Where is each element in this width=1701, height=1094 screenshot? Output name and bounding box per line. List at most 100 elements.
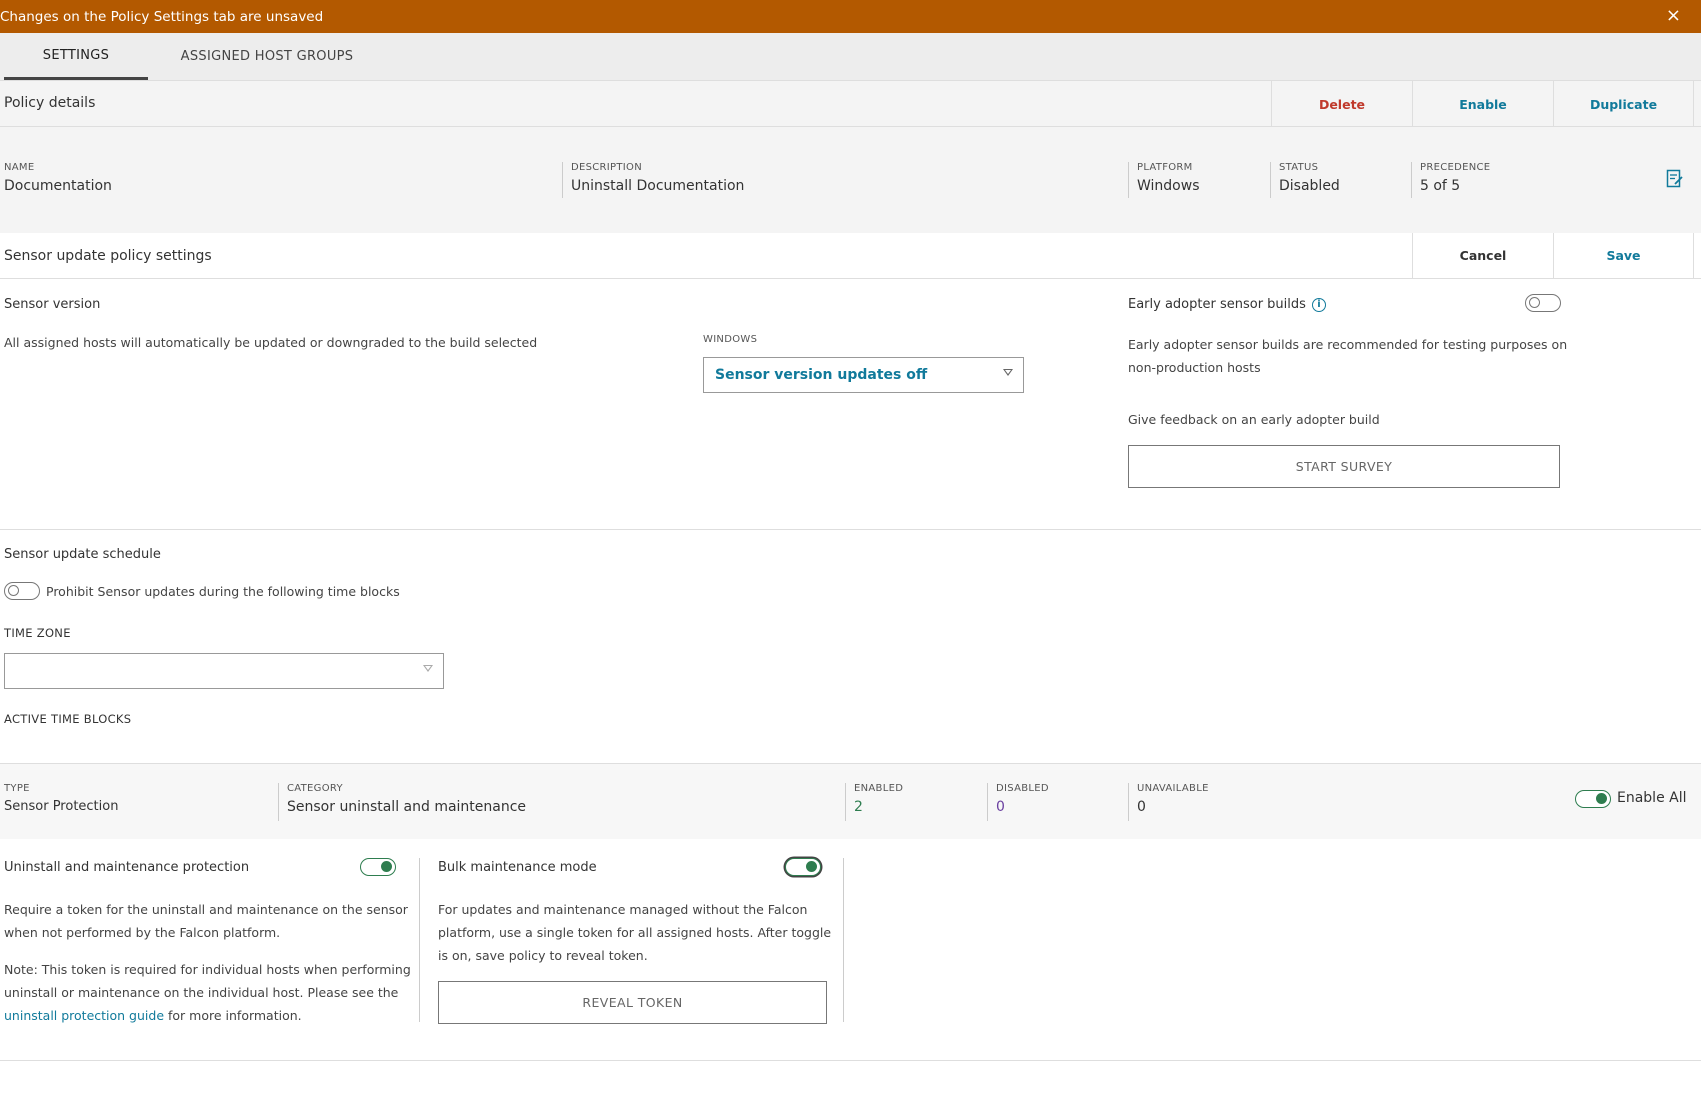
unavailable-field: UNAVAILABLE 0 [1137, 783, 1209, 815]
unavailable-label: UNAVAILABLE [1137, 783, 1209, 794]
duplicate-button[interactable]: Duplicate [1553, 81, 1694, 127]
divider [562, 162, 563, 198]
early-adopter-label: Early adopter sensor builds [1128, 297, 1306, 312]
uninstall-note-2: uninstall or maintenance on the individu… [4, 985, 399, 1000]
divider [278, 783, 279, 821]
toggle-knob [8, 585, 19, 596]
description-value: Uninstall Documentation [571, 178, 745, 194]
early-adopter-description-2: non-production hosts [1128, 360, 1261, 375]
policy-platform-field: PLATFORM Windows [1137, 162, 1200, 194]
schedule-heading: Sensor update schedule [4, 547, 161, 562]
divider [845, 783, 846, 821]
policy-details-title: Policy details [4, 95, 96, 111]
early-adopter-toggle[interactable] [1525, 294, 1561, 312]
divider [1270, 162, 1271, 198]
category-label: CATEGORY [287, 783, 343, 794]
type-field: TYPE Sensor Protection [4, 783, 118, 814]
divider [1128, 162, 1129, 198]
divider [1128, 783, 1129, 821]
tab-settings[interactable]: SETTINGS [4, 33, 148, 80]
timezone-select[interactable] [4, 653, 444, 689]
name-label: NAME [4, 162, 35, 173]
category-field: CATEGORY Sensor uninstall and maintenanc… [287, 783, 526, 815]
sensor-settings-header: Sensor update policy settings Cancel Sav… [0, 233, 1701, 279]
description-label: DESCRIPTION [571, 162, 642, 173]
early-adopter-description-1: Early adopter sensor builds are recommen… [1128, 337, 1568, 352]
toggle-knob [806, 861, 817, 872]
category-summary-bar: TYPE Sensor Protection CATEGORY Sensor u… [0, 763, 1701, 839]
uninstall-description-2: when not performed by the Falcon platfor… [4, 925, 281, 940]
unsaved-changes-banner: Changes on the Policy Settings tab are u… [0, 0, 1701, 33]
policy-status-field: STATUS Disabled [1279, 162, 1340, 194]
uninstall-note-3: uninstall protection guide for more info… [4, 1004, 302, 1027]
delete-button[interactable]: Delete [1271, 81, 1412, 127]
uninstall-protection-guide-link[interactable]: uninstall protection guide [4, 1008, 164, 1023]
close-icon[interactable]: × [1666, 6, 1681, 26]
platform-value: Windows [1137, 178, 1200, 194]
uninstall-note-suffix: for more information. [164, 1008, 302, 1023]
prohibit-updates-label: Prohibit Sensor updates during the follo… [46, 584, 400, 599]
disabled-count: 0 [996, 799, 1005, 815]
save-button[interactable]: Save [1553, 233, 1694, 278]
early-adopter-heading: Early adopter sensor builds i [1128, 297, 1326, 312]
chevron-down-icon [1003, 369, 1013, 376]
bulk-description-1: For updates and maintenance managed with… [438, 902, 808, 917]
enable-button[interactable]: Enable [1412, 81, 1553, 127]
status-value: Disabled [1279, 178, 1340, 194]
uninstall-protection-toggle[interactable] [360, 858, 396, 876]
column-divider [419, 858, 420, 1022]
uninstall-description-1: Require a token for the uninstall and ma… [4, 902, 408, 917]
toggle-knob [1596, 793, 1607, 804]
precedence-value: 5 of 5 [1420, 178, 1461, 194]
sensor-version-selected: Sensor version updates off [715, 367, 928, 383]
toggle-knob [381, 861, 392, 872]
sensor-version-select[interactable]: Sensor version updates off [703, 357, 1024, 393]
bulk-description-3: is on, save policy to reveal token. [438, 948, 648, 963]
tab-bar: SETTINGS ASSIGNED HOST GROUPS [0, 33, 1701, 80]
unavailable-count: 0 [1137, 799, 1146, 815]
type-label: TYPE [4, 783, 30, 794]
column-divider [843, 858, 844, 1022]
reveal-token-button[interactable]: REVEAL TOKEN [438, 981, 827, 1024]
bulk-maintenance-toggle[interactable] [785, 858, 821, 876]
enable-all-toggle[interactable] [1575, 790, 1611, 808]
divider [987, 783, 988, 821]
section-divider [0, 529, 1701, 530]
prohibit-updates-toggle[interactable] [4, 582, 40, 600]
windows-label: WINDOWS [703, 334, 758, 345]
policy-description-field: DESCRIPTION Uninstall Documentation [571, 162, 744, 194]
sensor-version-description: All assigned hosts will automatically be… [4, 335, 538, 350]
sensor-version-heading: Sensor version [4, 297, 101, 312]
policy-details-panel: NAME Documentation DESCRIPTION Uninstall… [0, 127, 1701, 233]
bulk-maintenance-heading: Bulk maintenance mode [438, 860, 597, 875]
enable-all-label: Enable All [1617, 790, 1687, 806]
policy-details-header: Policy details Delete Enable Duplicate [0, 80, 1701, 127]
tab-assigned-host-groups[interactable]: ASSIGNED HOST GROUPS [170, 33, 364, 80]
policy-precedence-field: PRECEDENCE 5 of 5 [1420, 162, 1490, 194]
early-adopter-feedback: Give feedback on an early adopter build [1128, 412, 1380, 427]
uninstall-note-1: Note: This token is required for individ… [4, 962, 411, 977]
start-survey-button[interactable]: START SURVEY [1128, 445, 1560, 488]
section-divider [0, 1060, 1701, 1061]
bulk-description-2: platform, use a single token for all ass… [438, 925, 832, 940]
active-time-blocks-label: ACTIVE TIME BLOCKS [4, 712, 132, 726]
policy-name-field: NAME Documentation [4, 162, 112, 194]
info-icon[interactable]: i [1311, 297, 1326, 312]
category-value: Sensor uninstall and maintenance [287, 799, 527, 815]
platform-label: PLATFORM [1137, 162, 1193, 173]
toggle-knob [1529, 297, 1540, 308]
timezone-label: TIME ZONE [4, 626, 71, 640]
chevron-down-icon [423, 665, 433, 672]
disabled-label: DISABLED [996, 783, 1049, 794]
edit-icon[interactable] [1666, 169, 1684, 189]
type-value: Sensor Protection [4, 799, 119, 814]
uninstall-protection-heading: Uninstall and maintenance protection [4, 860, 250, 875]
disabled-field: DISABLED 0 [996, 783, 1049, 815]
divider [1411, 162, 1412, 198]
banner-message: Changes on the Policy Settings tab are u… [0, 8, 324, 25]
status-label: STATUS [1279, 162, 1319, 173]
cancel-button[interactable]: Cancel [1412, 233, 1553, 278]
enabled-label: ENABLED [854, 783, 904, 794]
enabled-field: ENABLED 2 [854, 783, 903, 815]
precedence-label: PRECEDENCE [1420, 162, 1491, 173]
